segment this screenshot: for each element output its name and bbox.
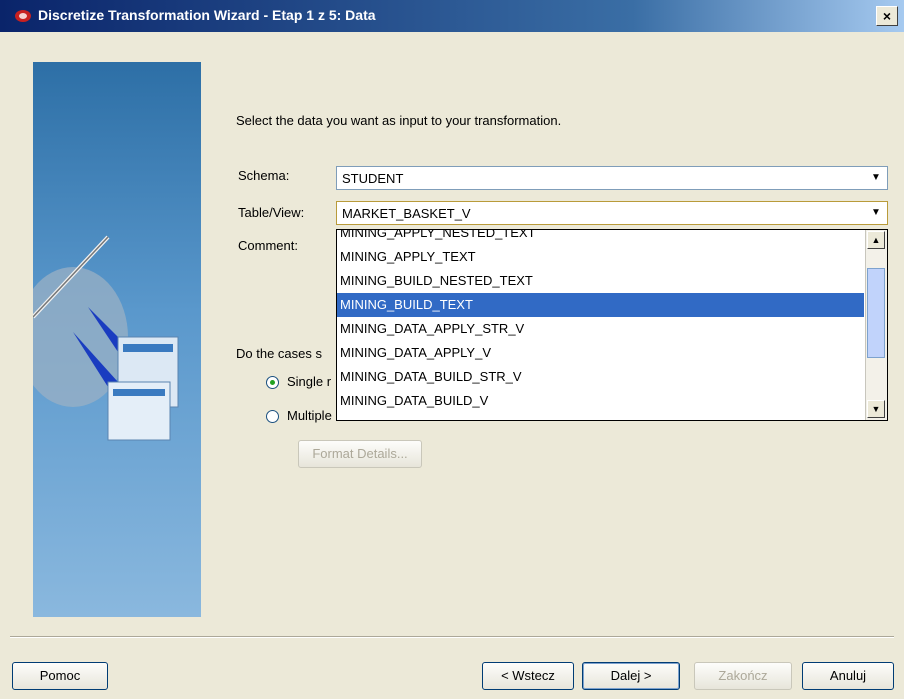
footer-divider: [10, 636, 894, 638]
table-view-dropdown[interactable]: MINING_APPLY_NESTED_TEXT MINING_APPLY_TE…: [336, 229, 888, 421]
dropdown-item-selected[interactable]: MINING_BUILD_TEXT: [337, 293, 864, 317]
help-button[interactable]: Pomoc: [12, 662, 108, 690]
schema-value: STUDENT: [342, 171, 404, 186]
dropdown-item[interactable]: MINING_APPLY_TEXT: [337, 245, 864, 269]
single-radio[interactable]: [266, 376, 279, 389]
app-icon: [14, 9, 32, 26]
table-view-value: MARKET_BASKET_V: [342, 206, 471, 221]
dropdown-item[interactable]: MINING_DATA_APPLY_STR_V: [337, 317, 864, 341]
chevron-down-icon[interactable]: ▼: [867, 204, 885, 222]
back-button[interactable]: < Wstecz: [482, 662, 574, 690]
table-view-label: Table/View:: [238, 205, 305, 220]
finish-button[interactable]: Zakończ: [694, 662, 792, 690]
dropdown-item[interactable]: MINING_BUILD_NESTED_TEXT: [337, 269, 864, 293]
scrollbar-thumb[interactable]: [867, 268, 885, 358]
schema-combobox[interactable]: STUDENT ▼: [336, 166, 888, 190]
dropdown-scrollbar[interactable]: ▲ ▼: [865, 230, 887, 420]
comment-label: Comment:: [238, 238, 298, 253]
wizard-illustration: [33, 62, 201, 617]
dropdown-item[interactable]: MINING_APPLY_NESTED_TEXT: [337, 230, 864, 245]
title-bar: Discretize Transformation Wizard - Etap …: [0, 0, 904, 32]
format-details-button[interactable]: Format Details...: [298, 440, 422, 468]
scroll-down-icon[interactable]: ▼: [867, 400, 885, 418]
dropdown-item[interactable]: MINING_DATA_APPLY_V: [337, 341, 864, 365]
multiple-radio-label: Multiple: [287, 408, 332, 423]
chevron-down-icon[interactable]: ▼: [867, 169, 885, 187]
intro-text: Select the data you want as input to you…: [236, 113, 562, 128]
cases-question: Do the cases s: [236, 346, 322, 361]
dropdown-item[interactable]: MINING_DATA_BUILD_STR_V: [337, 365, 864, 389]
cancel-button[interactable]: Anuluj: [802, 662, 894, 690]
scroll-up-icon[interactable]: ▲: [867, 231, 885, 249]
next-button[interactable]: Dalej >: [582, 662, 680, 690]
single-radio-label: Single r: [287, 374, 332, 389]
schema-label: Schema:: [238, 168, 290, 183]
dropdown-item[interactable]: MINING_DATA_BUILD_V: [337, 389, 864, 413]
multiple-radio[interactable]: [266, 410, 279, 423]
table-view-combobox[interactable]: MARKET_BASKET_V ▼: [336, 201, 888, 225]
close-icon[interactable]: ×: [876, 6, 898, 26]
window-title: Discretize Transformation Wizard - Etap …: [38, 7, 376, 23]
